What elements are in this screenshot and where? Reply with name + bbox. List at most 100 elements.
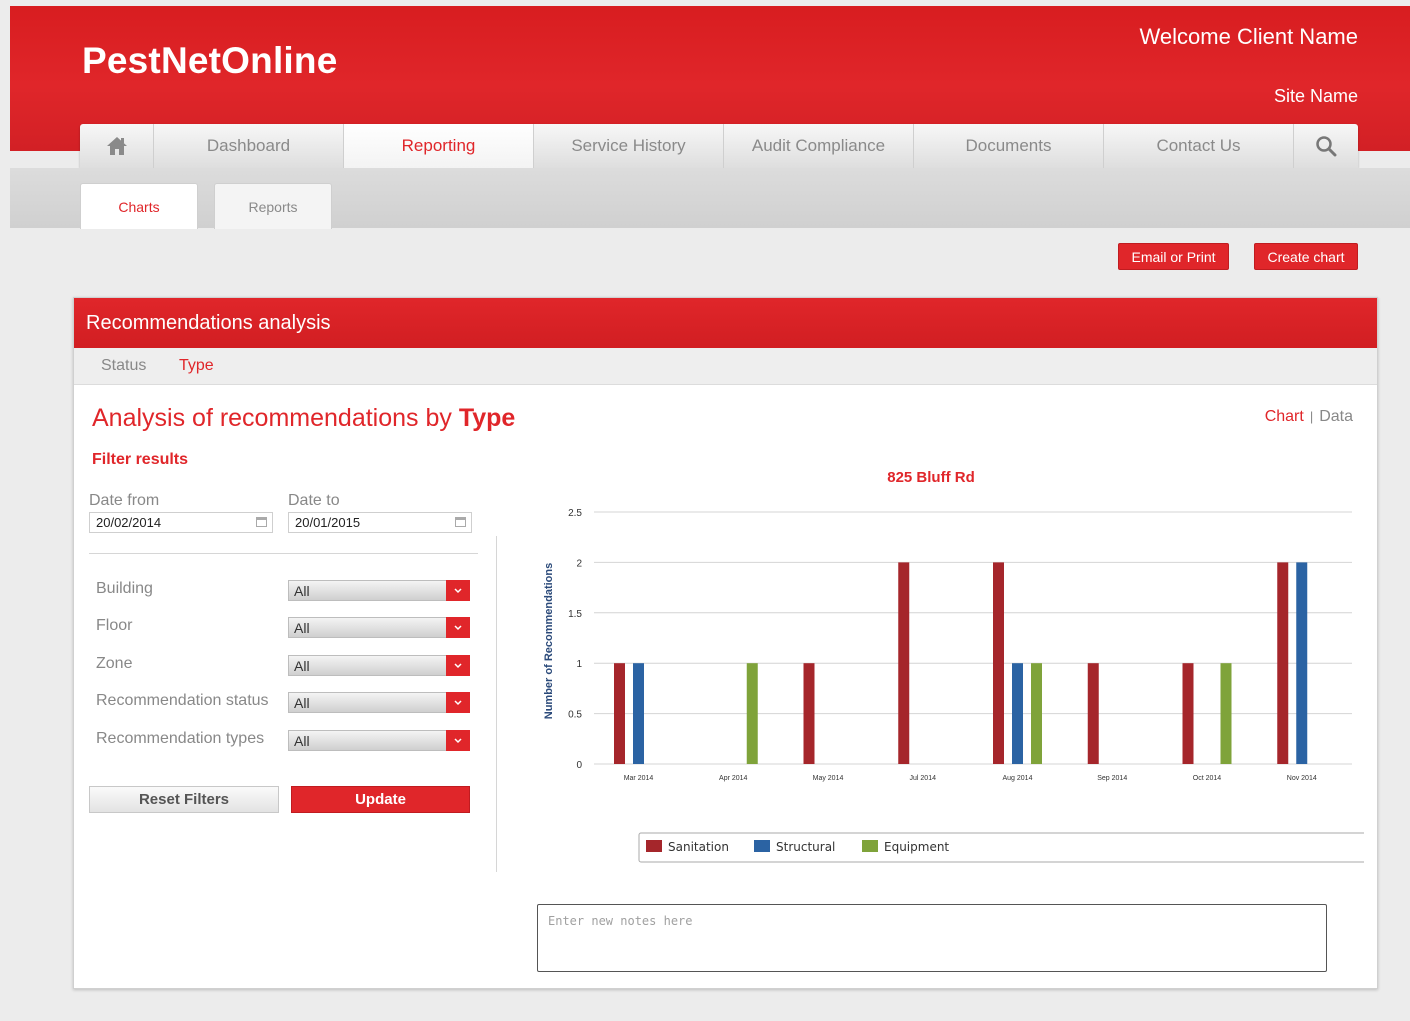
nav-dashboard[interactable]: Dashboard	[154, 124, 344, 168]
nav-home[interactable]	[80, 124, 154, 168]
x-tick-label: Mar 2014	[624, 775, 654, 782]
calendar-icon[interactable]	[256, 517, 267, 527]
bar-sanitation	[803, 663, 815, 764]
recommendation-types-value: All	[294, 733, 310, 749]
bar-equipment	[1220, 663, 1232, 764]
chevron-down-icon[interactable]	[446, 655, 470, 676]
bar-equipment	[746, 663, 758, 764]
legend-label-equipment: Equipment	[884, 840, 949, 854]
floor-select-value: All	[294, 620, 310, 636]
analysis-title-type: Type	[458, 404, 516, 432]
recommendation-status-select[interactable]: All	[288, 692, 470, 713]
zone-label: Zone	[96, 655, 133, 672]
y-tick-label: 0	[576, 760, 582, 771]
bar-sanitation	[1277, 562, 1289, 764]
email-print-button[interactable]: Email or Print	[1118, 243, 1229, 270]
date-to-label: Date to	[288, 492, 340, 509]
date-from-value: 20/02/2014	[96, 515, 162, 530]
tab-type[interactable]: Type	[179, 357, 214, 375]
bar-structural	[1012, 663, 1023, 764]
nav-contact-us[interactable]: Contact Us	[1104, 124, 1294, 168]
chart-title: 825 Bluff Rd	[887, 469, 975, 486]
tab-status[interactable]: Status	[101, 357, 146, 375]
chart-legend	[638, 832, 1364, 863]
x-tick-label: Sep 2014	[1097, 775, 1127, 782]
zone-select-value: All	[294, 658, 310, 674]
search-icon	[1315, 135, 1337, 157]
x-tick-label: May 2014	[813, 775, 844, 782]
bar-sanitation	[898, 562, 910, 764]
y-tick-label: 0.5	[568, 710, 582, 721]
chevron-down-icon[interactable]	[446, 617, 470, 638]
chevron-down-icon[interactable]	[446, 580, 470, 601]
recommendations-panel: Recommendations analysis Status Type Ana…	[73, 297, 1378, 989]
y-tick-label: 2.5	[568, 508, 582, 519]
site-name[interactable]: Site Name	[1274, 86, 1358, 107]
chart-y-axis-label: Number of Recommendations	[543, 563, 555, 719]
sub-tab-bar: Charts Reports	[10, 168, 1410, 229]
update-button[interactable]: Update	[291, 786, 470, 813]
legend-swatch-sanitation	[646, 840, 662, 852]
reset-filters-button[interactable]: Reset Filters	[89, 786, 279, 813]
legend-label-sanitation: Sanitation	[668, 840, 729, 854]
recommendations-bar-chart: 825 Bluff Rd Number of Recommendations 0…	[543, 469, 1364, 863]
subtab-charts[interactable]: Charts	[80, 183, 198, 229]
notes-input[interactable]	[537, 904, 1327, 972]
nav-search[interactable]	[1294, 124, 1358, 168]
y-tick-label: 1	[576, 659, 582, 670]
bar-sanitation	[614, 663, 625, 764]
x-tick-label: Nov 2014	[1287, 775, 1317, 782]
analysis-title-prefix: Analysis of recommendations by	[92, 404, 452, 432]
view-toggle: Chart | Data	[1265, 408, 1353, 426]
bar-structural	[1296, 562, 1308, 764]
panel-title: Recommendations analysis	[74, 298, 1377, 348]
bar-sanitation	[1182, 663, 1194, 764]
bar-sanitation	[1087, 663, 1099, 764]
nav-documents[interactable]: Documents	[914, 124, 1104, 168]
legend-label-structural: Structural	[776, 840, 835, 854]
floor-label: Floor	[96, 617, 133, 634]
panel-tabs: Status Type	[74, 348, 1377, 385]
app-logo[interactable]: PestNetOnline	[82, 40, 338, 82]
recommendation-types-select[interactable]: All	[288, 730, 470, 751]
bar-structural	[633, 663, 644, 764]
x-tick-label: Jul 2014	[910, 775, 937, 782]
date-to-value: 20/01/2015	[295, 515, 361, 530]
bar-sanitation	[993, 562, 1004, 764]
nav-reporting[interactable]: Reporting	[344, 124, 534, 168]
x-tick-label: Oct 2014	[1193, 775, 1222, 782]
zone-select[interactable]: All	[288, 655, 470, 676]
legend-swatch-structural	[754, 840, 770, 852]
recommendation-status-label: Recommendation status	[96, 692, 269, 709]
date-from-label: Date from	[89, 492, 160, 509]
subtab-reports[interactable]: Reports	[214, 183, 332, 229]
view-data-link[interactable]: Data	[1319, 408, 1353, 425]
x-tick-label: Apr 2014	[719, 775, 748, 782]
filter-divider	[89, 553, 478, 554]
nav-audit-compliance[interactable]: Audit Compliance	[724, 124, 914, 168]
bar-equipment	[1031, 663, 1042, 764]
welcome-message: Welcome Client Name	[1139, 24, 1358, 49]
y-tick-label: 1.5	[568, 609, 582, 620]
panel-vertical-divider	[496, 536, 497, 872]
calendar-icon[interactable]	[455, 517, 466, 527]
chevron-down-icon[interactable]	[446, 730, 470, 751]
building-select[interactable]: All	[288, 580, 470, 601]
date-to-input[interactable]: 20/01/2015	[288, 512, 472, 533]
recommendation-status-value: All	[294, 695, 310, 711]
view-chart-link[interactable]: Chart	[1265, 408, 1304, 425]
chevron-down-icon[interactable]	[446, 692, 470, 713]
legend-swatch-equipment	[862, 840, 878, 852]
nav-service-history[interactable]: Service History	[534, 124, 724, 168]
main-nav: Dashboard Reporting Service History Audi…	[80, 124, 1358, 168]
view-separator: |	[1309, 409, 1314, 424]
x-tick-label: Aug 2014	[1003, 775, 1033, 782]
floor-select[interactable]: All	[288, 617, 470, 638]
home-icon	[105, 135, 129, 157]
building-select-value: All	[294, 583, 310, 599]
recommendation-types-label: Recommendation types	[96, 730, 265, 747]
y-tick-label: 2	[576, 558, 582, 569]
create-chart-button[interactable]: Create chart	[1254, 243, 1358, 270]
filter-heading: Filter results	[92, 451, 189, 468]
date-from-input[interactable]: 20/02/2014	[89, 512, 273, 533]
